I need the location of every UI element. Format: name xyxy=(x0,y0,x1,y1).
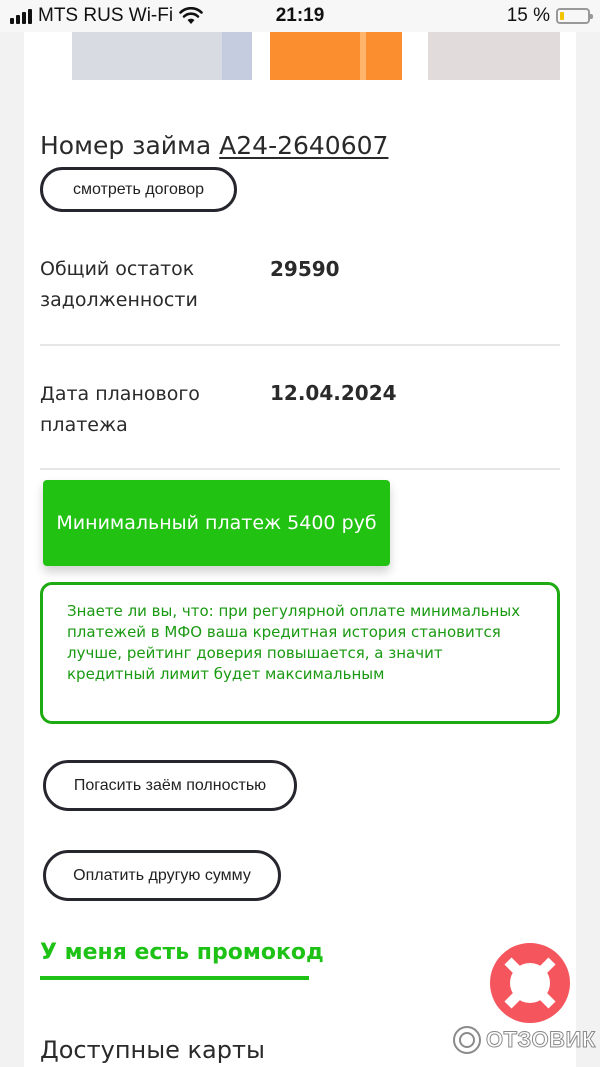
lifebuoy-icon[interactable] xyxy=(489,942,571,1024)
loan-card: Номер займа А24-2640607 смотреть договор… xyxy=(24,32,576,1067)
payment-date-value: 12.04.2024 xyxy=(270,381,397,405)
repay-full-button[interactable]: Погасить заём полностью xyxy=(43,760,297,811)
watermark-text: ОТЗОВИК xyxy=(486,1027,596,1053)
watermark: ОТЗОВИК xyxy=(452,1025,596,1055)
divider xyxy=(40,468,560,470)
view-contract-button[interactable]: смотреть договор xyxy=(40,167,237,212)
status-right: 15 % xyxy=(506,5,593,27)
tip-box: Знаете ли вы, что: при регулярной оплате… xyxy=(40,582,560,724)
watermark-logo-icon xyxy=(453,1026,481,1054)
available-cards-title: Доступные карты xyxy=(40,1036,265,1064)
promo-code-link[interactable]: У меня есть промокод xyxy=(40,940,324,965)
battery-fill xyxy=(560,12,564,20)
loan-number-link[interactable]: А24-2640607 xyxy=(219,131,388,160)
promo-underline xyxy=(40,976,309,980)
status-bar: MTS RUS Wi-Fi 21:19 15 % xyxy=(0,0,600,32)
tip-text: Знаете ли вы, что: при регулярной оплате… xyxy=(67,602,521,683)
battery-percent: 15 % xyxy=(506,5,550,26)
debt-balance-value: 29590 xyxy=(270,257,340,281)
divider xyxy=(40,344,560,346)
loan-title-prefix: Номер займа xyxy=(40,131,212,160)
banner-image xyxy=(72,32,560,80)
loan-title: Номер займа А24-2640607 xyxy=(40,131,388,160)
min-payment-button[interactable]: Минимальный платеж 5400 руб xyxy=(43,480,390,566)
payment-date-label: Дата планового платежа xyxy=(40,383,200,436)
pay-other-amount-button[interactable]: Оплатить другую сумму xyxy=(43,850,281,901)
debt-balance-label: Общий остаток задолженности xyxy=(40,258,198,311)
battery-icon xyxy=(556,8,593,24)
